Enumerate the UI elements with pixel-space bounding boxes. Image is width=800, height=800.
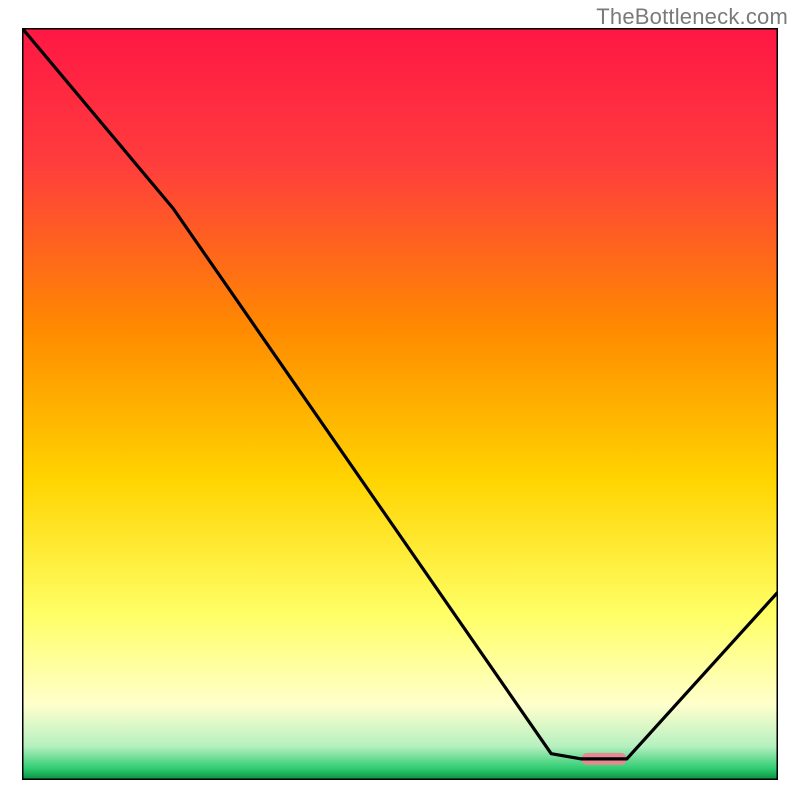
- background-gradient: [22, 28, 778, 780]
- watermark-text: TheBottleneck.com: [596, 4, 788, 30]
- chart-svg: [22, 28, 778, 780]
- chart-container: [22, 28, 778, 780]
